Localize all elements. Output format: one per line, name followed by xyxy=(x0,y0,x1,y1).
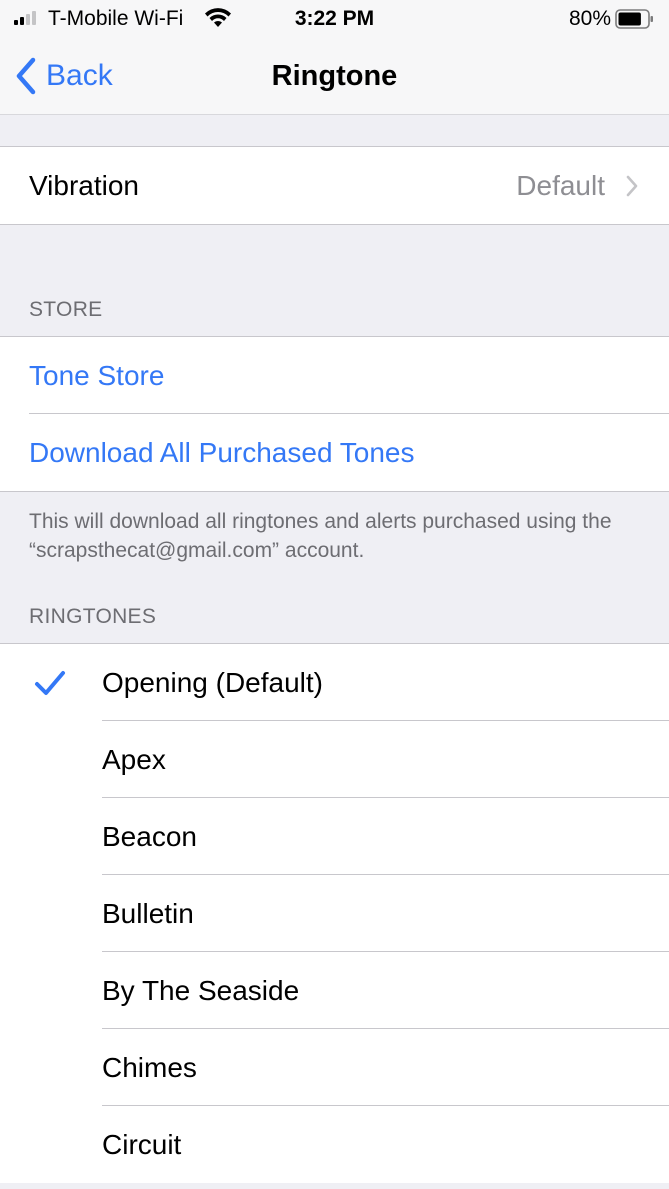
ringtone-label: Apex xyxy=(102,743,166,775)
chevron-right-icon xyxy=(626,175,638,196)
download-purchased-tones-link: Download All Purchased Tones xyxy=(29,436,415,468)
navigation-bar: Back Ringtone xyxy=(0,38,669,115)
store-group: Tone Store Download All Purchased Tones xyxy=(0,336,669,492)
ringtone-row[interactable]: Chimes xyxy=(0,1029,669,1106)
vibration-row[interactable]: Vibration Default xyxy=(0,147,669,224)
ringtone-row[interactable]: Opening (Default) xyxy=(0,644,669,721)
ringtone-label: Chimes xyxy=(102,1051,197,1083)
status-bar: T-Mobile Wi-Fi 3:22 PM 80% xyxy=(0,0,669,38)
download-purchased-tones-row[interactable]: Download All Purchased Tones xyxy=(0,414,669,491)
ringtone-label: Circuit xyxy=(102,1128,182,1160)
ringtones-section-header: RINGTONES xyxy=(29,605,157,628)
tone-store-link: Tone Store xyxy=(29,359,165,391)
tone-store-row[interactable]: Tone Store xyxy=(0,337,669,414)
ringtone-row[interactable]: By The Seaside xyxy=(0,952,669,1029)
ringtone-label: Opening (Default) xyxy=(102,666,324,698)
page-title: Ringtone xyxy=(271,60,398,92)
battery-icon xyxy=(615,9,653,29)
vibration-label: Vibration xyxy=(29,169,140,201)
ringtone-row[interactable]: Bulletin xyxy=(0,875,669,952)
ringtones-group: Opening (Default) Apex Beacon Bulletin B… xyxy=(0,643,669,1183)
ringtone-row[interactable]: Circuit xyxy=(0,1106,669,1183)
ringtone-label: By The Seaside xyxy=(102,974,300,1006)
vibration-value: Default xyxy=(516,169,605,201)
store-footer-note: This will download all ringtones and ale… xyxy=(29,510,612,562)
vibration-group: Vibration Default xyxy=(0,146,669,225)
checkmark-icon xyxy=(35,670,65,695)
ringtone-row[interactable]: Beacon xyxy=(0,798,669,875)
ringtone-label: Bulletin xyxy=(102,897,194,929)
ringtone-row[interactable]: Apex xyxy=(0,721,669,798)
ringtone-label: Beacon xyxy=(102,820,197,852)
store-section-header: STORE xyxy=(29,298,103,321)
battery-percentage: 80% xyxy=(568,7,611,30)
